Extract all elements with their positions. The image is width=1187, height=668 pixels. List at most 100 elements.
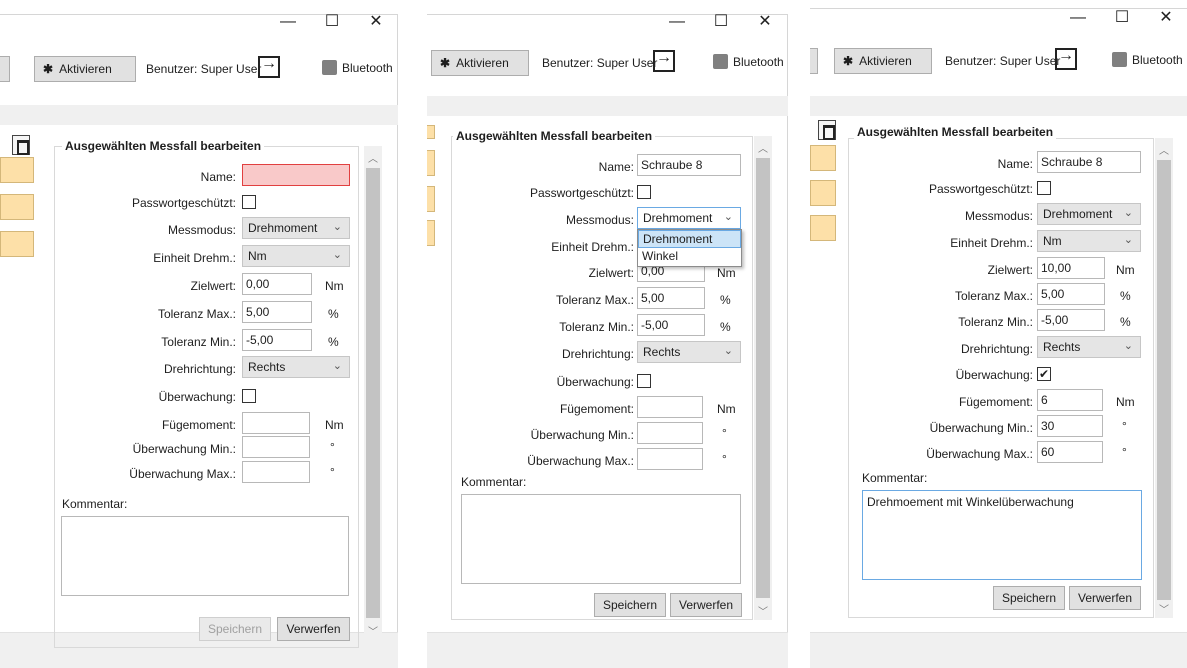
scroll-down-icon[interactable]: ﹀ — [754, 603, 772, 618]
tol-max-input[interactable]: 5,00 — [637, 287, 705, 309]
scrollbar[interactable]: ︿ ﹀ — [754, 136, 772, 620]
logout-icon[interactable] — [258, 55, 280, 78]
scrollbar-thumb[interactable] — [756, 158, 770, 598]
mon-max-input[interactable] — [637, 448, 703, 470]
monitoring-checkbox[interactable] — [637, 374, 651, 388]
tol-min-input[interactable]: -5,00 — [637, 314, 705, 336]
direction-select-value: Rechts — [1043, 340, 1081, 354]
logout-icon[interactable] — [653, 49, 675, 72]
monitoring-checkbox[interactable]: ✔ — [1037, 367, 1051, 381]
tol-max-input[interactable]: 5,00 — [1037, 283, 1105, 305]
activate-bluetooth-button[interactable]: ✱ Aktivieren — [431, 50, 529, 76]
mode-select[interactable]: Drehmoment ⌄ — [242, 217, 350, 239]
direction-select-value: Rechts — [643, 345, 681, 359]
comment-textarea[interactable] — [461, 494, 741, 584]
scrollbar-thumb[interactable] — [366, 168, 380, 618]
tol-max-input[interactable]: 5,00 — [242, 301, 312, 323]
direction-select[interactable]: Rechts ⌄ — [637, 341, 741, 363]
activate-bluetooth-button[interactable]: ✱ Aktivieren — [34, 56, 136, 82]
discard-button[interactable]: Verwerfen — [277, 617, 350, 641]
mode-select[interactable]: Drehmoment ⌄ — [637, 207, 741, 229]
unit-select[interactable]: Nm ⌄ — [242, 245, 350, 267]
dropdown-option-winkel[interactable]: Winkel — [638, 248, 741, 266]
scroll-up-icon[interactable]: ︿ — [364, 150, 382, 165]
maximize-button[interactable]: ☐ — [699, 12, 743, 32]
comment-label: Kommentar: — [862, 471, 928, 485]
name-input[interactable]: Schraube 8 — [637, 154, 741, 176]
list-item[interactable] — [427, 150, 435, 176]
left-edge-button[interactable] — [0, 56, 10, 82]
tol-min-input[interactable]: -5,00 — [1037, 309, 1105, 331]
target-input[interactable]: 10,00 — [1037, 257, 1105, 279]
list-item[interactable] — [427, 186, 435, 212]
mon-min-input[interactable] — [242, 436, 310, 458]
scroll-down-icon[interactable]: ﹀ — [1155, 601, 1173, 616]
list-item[interactable] — [427, 220, 435, 246]
direction-select[interactable]: Rechts ⌄ — [242, 356, 350, 378]
list-item[interactable] — [810, 145, 836, 171]
mon-max-input[interactable]: 60 — [1037, 441, 1103, 463]
name-input[interactable]: Schraube 8 — [1037, 151, 1141, 173]
mode-label: Messmodus: — [565, 213, 634, 227]
mode-select-value: Drehmoment — [643, 211, 713, 225]
mode-select[interactable]: Drehmoment ⌄ — [1037, 203, 1141, 225]
password-checkbox[interactable] — [242, 195, 256, 209]
direction-select[interactable]: Rechts ⌄ — [1037, 336, 1141, 358]
minimize-button[interactable]: — — [1056, 8, 1100, 28]
comment-textarea[interactable] — [61, 516, 349, 596]
scroll-down-icon[interactable]: ﹀ — [364, 623, 382, 638]
comment-label: Kommentar: — [461, 475, 527, 489]
scrollbar[interactable]: ︿ ﹀ — [1155, 138, 1173, 618]
maximize-button[interactable]: ☐ — [310, 12, 354, 32]
list-item[interactable] — [810, 215, 836, 241]
maximize-button[interactable]: ☐ — [1100, 8, 1144, 28]
bluetooth-status-label: Bluetooth — [342, 60, 393, 75]
tol-min-input[interactable]: -5,00 — [242, 329, 312, 351]
save-button[interactable]: Speichern — [993, 586, 1065, 610]
list-item[interactable] — [810, 180, 836, 206]
mon-min-input[interactable]: 30 — [1037, 415, 1103, 437]
joint-torque-input[interactable] — [637, 396, 703, 418]
joint-torque-label: Fügemoment: — [559, 402, 634, 416]
discard-button[interactable]: Verwerfen — [670, 593, 742, 617]
mon-min-input[interactable] — [637, 422, 703, 444]
scroll-up-icon[interactable]: ︿ — [1155, 142, 1173, 157]
password-checkbox[interactable] — [1037, 181, 1051, 195]
target-input[interactable]: 0,00 — [242, 273, 312, 295]
list-item[interactable] — [0, 157, 34, 183]
name-input[interactable] — [242, 164, 350, 186]
monitoring-checkbox[interactable] — [242, 389, 256, 403]
unit-select[interactable]: Nm ⌄ — [1037, 230, 1141, 252]
delete-icon[interactable] — [12, 135, 30, 155]
dropdown-option-drehmoment[interactable]: Drehmoment — [638, 230, 741, 248]
save-button[interactable]: Speichern — [594, 593, 666, 617]
minimize-button[interactable]: — — [266, 12, 310, 32]
bluetooth-icon: ✱ — [440, 56, 451, 70]
joint-torque-input[interactable]: 6 — [1037, 389, 1103, 411]
joint-torque-input[interactable] — [242, 412, 310, 434]
close-button[interactable]: ✕ — [743, 12, 787, 32]
left-edge-button[interactable] — [810, 48, 818, 74]
close-button[interactable]: ✕ — [354, 12, 398, 32]
list-item[interactable] — [0, 194, 34, 220]
minimize-button[interactable]: — — [655, 12, 699, 32]
password-checkbox[interactable] — [637, 185, 651, 199]
bluetooth-status-label: Bluetooth — [1132, 52, 1183, 67]
close-button[interactable]: ✕ — [1144, 8, 1187, 28]
direction-label: Drehrichtung: — [163, 362, 236, 376]
scrollbar-thumb[interactable] — [1157, 160, 1171, 600]
target-label: Zielwert: — [987, 263, 1033, 277]
scroll-up-icon[interactable]: ︿ — [754, 140, 772, 155]
list-item[interactable] — [427, 125, 435, 139]
scrollbar[interactable]: ︿ ﹀ — [364, 146, 382, 640]
save-button[interactable]: Speichern — [199, 617, 271, 641]
logout-icon[interactable] — [1055, 47, 1077, 70]
unit-label: Einheit Drehm.: — [551, 240, 634, 254]
discard-button[interactable]: Verwerfen — [1069, 586, 1141, 610]
comment-textarea[interactable]: Drehmoement mit Winkelüberwachung — [862, 490, 1142, 580]
delete-icon[interactable] — [818, 120, 836, 140]
activate-bluetooth-button[interactable]: ✱ Aktivieren — [834, 48, 932, 74]
tol-max-label: Toleranz Max.: — [954, 289, 1033, 303]
list-item[interactable] — [0, 231, 34, 257]
mon-max-input[interactable] — [242, 461, 310, 483]
